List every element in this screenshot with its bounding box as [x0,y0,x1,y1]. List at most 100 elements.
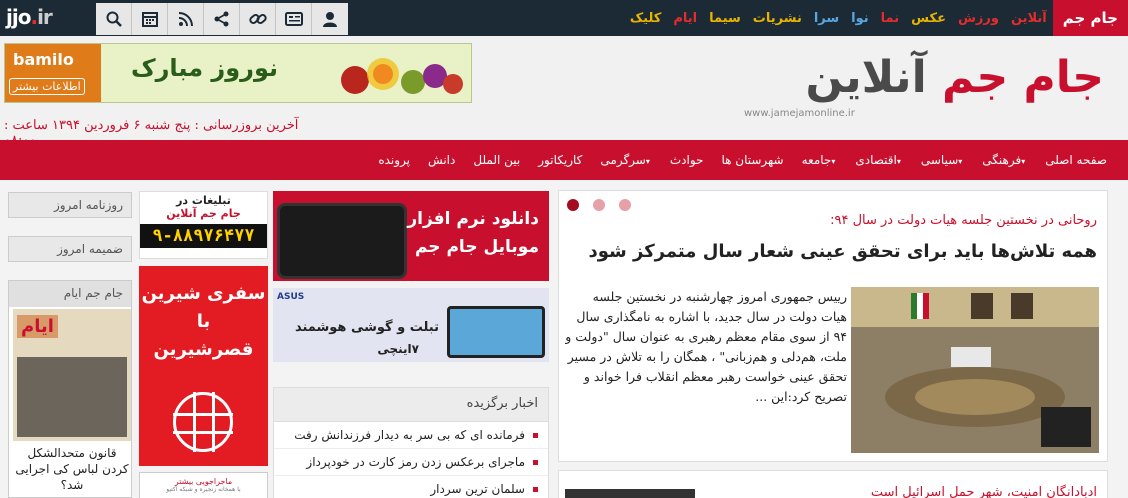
small-ad[interactable]: ماجراجویی بیشتر با همخانه زنجیره و شبکه … [139,472,268,498]
picked-news-title: اخبار برگزیده [274,388,548,422]
slider-dot[interactable] [593,199,605,211]
bullet-icon [533,460,538,465]
ad-safar-line1: سفری شیرین [141,283,266,304]
calendar-icon[interactable] [132,3,168,35]
main-nav: صفحه اصلی فرهنگی▾ سیاسی▾ اقتصادی▾ جامعه▾ شهرس… [0,140,1128,180]
slider-dot[interactable] [619,199,631,211]
site-link[interactable]: ایام [667,11,703,26]
site-link[interactable]: سیما [703,11,747,26]
nowruz-banner-ad[interactable]: bamilo اطلاعات بیشتر نوروز مبارک [4,43,472,103]
second-story-title[interactable]: ادبادانگان امنیت، شهر حمل اسرائیل است [871,485,1097,498]
rss-icon[interactable] [168,3,204,35]
site-link[interactable]: نما [875,11,905,26]
nav-item-label: جامعه [801,153,832,167]
mobile-app-ad[interactable]: دانلود نرم افزار موبایل جام جم [273,191,549,281]
ad-phone-number: ۹-۸۸۹۷۶۴۷۷ [140,224,267,248]
nav-item[interactable]: سیاسی▾ [912,153,973,167]
site-link[interactable]: نشریات [747,11,808,26]
ad-phone-line1: تبلیغات در [176,194,231,207]
header: bamilo اطلاعات بیشتر نوروز مبارک جام جم … [0,36,1128,148]
nav-item[interactable]: فرهنگی▾ [973,153,1036,167]
todays-supplement-button[interactable]: ضمیمه امروز [8,236,132,262]
nav-item-label: سرگرمی [600,153,646,167]
second-story-photo[interactable] [565,489,695,498]
chevron-down-icon: ▾ [896,157,901,166]
bamilo-block: bamilo اطلاعات بیشتر [5,44,101,102]
site-link[interactable]: نوا [845,11,875,26]
nav-item[interactable]: جامعه▾ [793,153,847,167]
nav-item[interactable]: شهرستان ها [712,153,792,167]
site-link[interactable]: جام جم [1052,0,1128,36]
slider-dot[interactable] [567,199,579,211]
site-link[interactable]: عکس [905,11,952,26]
chevron-down-icon: ▾ [1021,157,1026,166]
tablet-image [447,306,545,358]
asus-logo: ASUS [277,292,305,302]
nav-item[interactable]: اقتصادی▾ [846,153,912,167]
nav-item[interactable]: حوادث [661,153,713,167]
nav-item-label: صفحه اصلی [1045,153,1107,167]
site-link[interactable]: سرا [808,11,845,26]
ad-asus-line2: ۷اینچی [377,342,419,356]
small-ad-line2: با همخانه زنجیره و شبکه اکتیو [166,486,241,493]
ayyam-box[interactable]: جام جم ایام ایام قانون متحدالشکل کردن لب… [8,280,132,498]
chevron-down-icon: ▾ [831,157,836,166]
nav-item[interactable]: بین الملل [464,153,529,167]
nav-item[interactable]: سرگرمی▾ [591,153,660,167]
card-icon[interactable] [276,3,312,35]
ad-safar-line3: قصرشیرین [153,338,254,360]
picked-news-label: سلمان ترین سردار [430,482,525,496]
site-link[interactable]: ورزش [952,11,1005,26]
story-kicker[interactable]: روحانی در نخستین جلسه هیات دولت در سال ۹… [830,213,1097,228]
picked-news-item[interactable]: ماجرای برعکس زدن رمز کارت در خودپرداز [274,449,548,476]
second-story: ادبادانگان امنیت، شهر حمل اسرائیل است [558,470,1108,498]
todays-newspaper-button[interactable]: روزنامه امروز [8,192,132,218]
site-link[interactable]: کلیک [624,11,667,26]
ad-app-line1: دانلود نرم افزار [407,209,539,229]
nav-item-label: سیاسی [920,153,959,167]
picked-news-item[interactable]: سلمان ترین سردار [274,476,548,498]
picked-news-item[interactable]: فرمانده ای که بی سر به دیدار فرزندانش رف… [274,422,548,449]
nav-item[interactable]: کاریکاتور [529,153,591,167]
nav-item[interactable]: پرونده [369,153,419,167]
link-icon[interactable] [240,3,276,35]
globe-icon [173,392,233,452]
haft-sin-illustration [341,58,463,94]
nav-item[interactable]: صفحه اصلی [1036,153,1116,167]
nav-item-label: کاریکاتور [538,153,583,167]
ad-phone-line2: جام جم آنلاین [166,207,241,220]
nav-item-label: شهرستان ها [721,153,784,167]
bamilo-logo: bamilo [13,50,74,69]
ayyam-logo: ایام [17,315,58,338]
qasr-shirin-ad[interactable]: سفری شیرین با قصرشیرین [139,266,268,466]
nav-item[interactable]: دانش [419,153,464,167]
page: jjo.ir جام جم آنلاین ورزش عکس نما نوا سرا نشریا… [0,0,1128,498]
search-icon[interactable] [96,3,132,35]
story-headline[interactable]: همه تلاش‌ها باید برای تحقق عینی شعار سال… [589,241,1097,262]
picked-news-box: اخبار برگزیده فرمانده ای که بی سر به دید… [273,387,549,498]
ayyam-title: جام جم ایام [9,281,131,307]
network-sites: جام جم آنلاین ورزش عکس نما نوا سرا نشریات سیما ای… [624,0,1128,36]
asus-tablet-ad[interactable]: ASUS تبلت و گوشی هوشمند ۷اینچی [273,288,549,362]
slider-dots [567,199,631,211]
share-icon[interactable] [204,3,240,35]
jamejam-online-logo[interactable]: جام جم آنلاین www.jamejamonline.ir [744,52,1106,124]
banner-cta[interactable]: اطلاعات بیشتر [9,78,85,95]
chevron-down-icon: ▾ [645,157,650,166]
site-url: www.jamejamonline.ir [744,108,855,119]
small-ad-line1: ماجراجویی بیشتر [174,477,233,486]
ad-app-line2: موبایل جام جم [414,237,539,257]
nav-item-label: اقتصادی [855,153,897,167]
user-icon[interactable] [312,3,348,35]
advertise-phone-ad[interactable]: تبلیغات در جام جم آنلاین ۹-۸۸۹۷۶۴۷۷ [139,191,268,259]
site-link[interactable]: آنلاین [1005,11,1053,26]
nav-item-label: دانش [428,153,456,167]
ayyam-cover-image[interactable]: ایام [13,309,131,441]
story-photo[interactable] [851,287,1099,453]
tool-icon-bar [96,3,348,35]
ayyam-caption[interactable]: قانون متحدالشکل کردن لباس کی اجرایی شد؟ [13,445,131,494]
jjo-logo[interactable]: jjo.ir [6,5,53,29]
nav-item-label: فرهنگی [982,153,1022,167]
chevron-down-icon: ▾ [958,157,963,166]
bullet-icon [533,433,538,438]
